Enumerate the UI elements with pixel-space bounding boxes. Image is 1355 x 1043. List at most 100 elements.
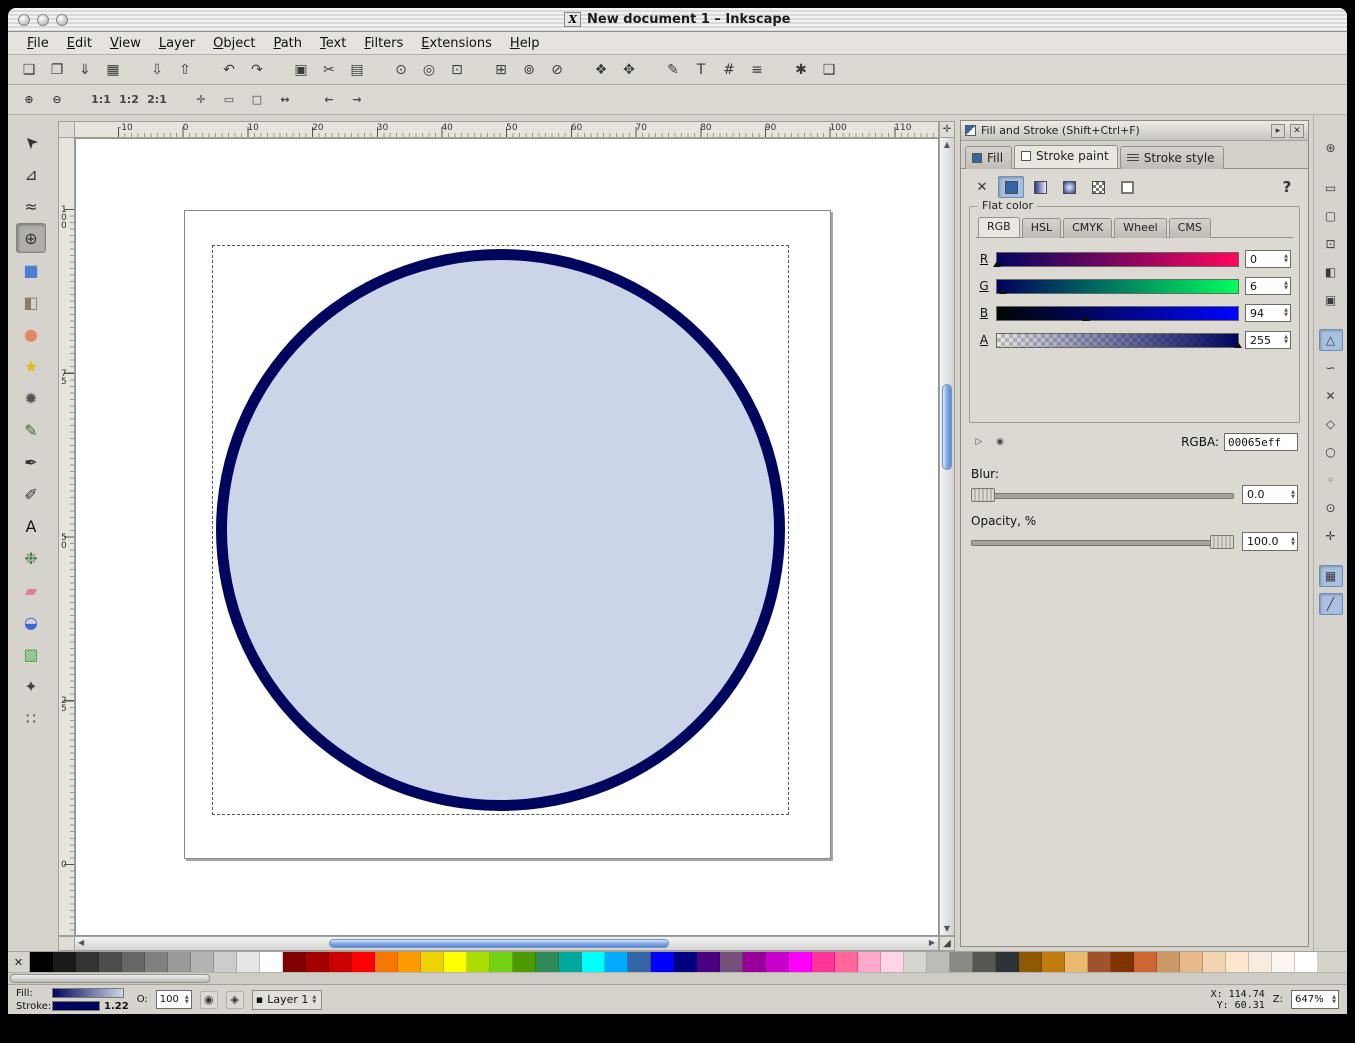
fill-stroke-tab[interactable]: Stroke style (1120, 146, 1224, 169)
palette-swatch[interactable] (812, 952, 835, 972)
menu-item[interactable]: Filters (355, 34, 412, 53)
palette-swatch[interactable] (697, 952, 720, 972)
spray-tool[interactable]: ❉ (16, 543, 46, 573)
preferences[interactable]: ✱ (788, 57, 814, 83)
palette-swatch[interactable] (306, 952, 329, 972)
save-document[interactable]: ⇓ (72, 57, 98, 83)
undo[interactable]: ↶ (216, 57, 242, 83)
palette-swatch[interactable] (1157, 952, 1180, 972)
group[interactable]: ❖ (588, 57, 614, 83)
snap-paths[interactable]: ∽ (1319, 357, 1343, 379)
eraser-tool[interactable]: ▰ (16, 575, 46, 605)
palette-swatch[interactable] (513, 952, 536, 972)
rgba-input[interactable] (1224, 433, 1298, 451)
palette-swatch[interactable] (467, 952, 490, 972)
layer-selector-arrows-icon[interactable]: ▲▼ (312, 995, 318, 1005)
palette-swatch[interactable] (881, 952, 904, 972)
palette-swatch[interactable] (1111, 952, 1134, 972)
palette-swatch[interactable] (99, 952, 122, 972)
palette-swatch[interactable] (30, 952, 53, 972)
node-tool[interactable]: ⊿ (16, 159, 46, 189)
fill-stroke-indicator[interactable]: Fill: Stroke: 1.22 (16, 988, 129, 1012)
palette-swatch[interactable] (720, 952, 743, 972)
stroke-color-swatch[interactable] (52, 1001, 100, 1011)
palette-swatch[interactable] (122, 952, 145, 972)
box3d-tool[interactable]: ◧ (16, 287, 46, 317)
zoom-tool[interactable]: ⊕ (16, 223, 46, 253)
menu-item[interactable]: Help (501, 34, 549, 53)
sticky-zoom-toggle[interactable]: ✛ (939, 121, 955, 138)
scroll-down-icon[interactable]: ▼ (940, 924, 954, 933)
connector-tool[interactable]: ∷ (16, 703, 46, 733)
spinner-arrows-icon[interactable]: ▲▼ (1284, 308, 1290, 318)
dropper-tool[interactable]: ✦ (16, 671, 46, 701)
copy[interactable]: ▣ (288, 57, 314, 83)
palette-swatch[interactable] (421, 952, 444, 972)
zoom-next[interactable]: → (344, 87, 370, 113)
vertical-scrollbar-thumb[interactable] (942, 384, 952, 470)
blur-spinbox[interactable]: 0.0 ▲▼ (1242, 485, 1298, 504)
snap-smooth-nodes[interactable]: ○ (1319, 441, 1343, 463)
snap-bbox-edges[interactable]: ▢ (1319, 205, 1343, 227)
palette-swatch[interactable] (743, 952, 766, 972)
snap-guides[interactable]: ╱ (1319, 593, 1343, 615)
palette-swatch[interactable] (628, 952, 651, 972)
unknown-paint[interactable]: ? (1274, 176, 1300, 198)
horizontal-scrollbar-thumb[interactable] (329, 939, 669, 948)
snap-bbox-edge-midpoints[interactable]: ◧ (1319, 261, 1343, 283)
export[interactable]: ⇧ (172, 57, 198, 83)
channel-value-spinbox[interactable]: 6 ▲▼ (1245, 277, 1291, 295)
document-properties[interactable]: ❑ (816, 57, 842, 83)
spinner-arrows-icon[interactable]: ▲▼ (185, 995, 191, 1005)
spinner-arrows-icon[interactable]: ▲▼ (1291, 537, 1297, 547)
zoom-out[interactable]: ⊖ (44, 87, 70, 113)
fill-stroke-panel-header[interactable]: Fill and Stroke (Shift+Ctrl+F) ▸ ✕ (961, 121, 1308, 141)
menu-item[interactable]: View (101, 34, 150, 53)
palette-swatch[interactable] (1042, 952, 1065, 972)
gradient-tool[interactable]: ▧ (16, 639, 46, 669)
colorspace-tab[interactable]: CMS (1169, 218, 1211, 238)
channel-value-spinbox[interactable]: 255 ▲▼ (1245, 331, 1291, 349)
palette-swatch[interactable] (1134, 952, 1157, 972)
color-picker-icon[interactable]: ▷ (971, 434, 987, 450)
menu-item[interactable]: Text (311, 34, 355, 53)
snap-path-intersections[interactable]: ✕ (1319, 385, 1343, 407)
scroll-right-icon[interactable]: ▶ (929, 938, 935, 947)
radial-gradient[interactable] (1056, 176, 1082, 198)
zoom-to-selection[interactable]: ⊙ (388, 57, 414, 83)
spinner-arrows-icon[interactable]: ▲▼ (1284, 335, 1290, 345)
dock-close-button[interactable]: ✕ (1290, 124, 1304, 138)
blur-slider-handle[interactable] (971, 488, 995, 502)
zoom-selection[interactable]: ✛ (188, 87, 214, 113)
channel-value-spinbox[interactable]: 0 ▲▼ (1245, 250, 1291, 268)
channel-slider[interactable] (996, 306, 1239, 321)
channel-slider[interactable] (996, 333, 1239, 348)
palette-scrollbar[interactable] (8, 972, 1347, 984)
channel-slider[interactable] (996, 279, 1239, 294)
unlink-clone[interactable]: ⊘ (544, 57, 570, 83)
zoom-in[interactable]: ⊕ (16, 87, 42, 113)
menu-item[interactable]: Path (264, 34, 311, 53)
zoom-spinbox[interactable]: 647% ▲▼ (1291, 990, 1339, 1009)
pencil-tool[interactable]: ✎ (16, 415, 46, 445)
opacity-slider[interactable] (971, 534, 1234, 550)
swatch[interactable] (1114, 176, 1140, 198)
snap-grid[interactable]: ▦ (1319, 565, 1343, 587)
palette-swatch[interactable] (168, 952, 191, 972)
palette-swatch[interactable] (53, 952, 76, 972)
palette-swatch[interactable] (145, 952, 168, 972)
object-opacity-spinbox[interactable]: 100 ▲▼ (156, 990, 192, 1009)
palette-swatch[interactable] (237, 952, 260, 972)
fill-color-swatch[interactable] (52, 988, 124, 998)
palette-swatch[interactable] (444, 952, 467, 972)
resize-grip[interactable]: ◢ (939, 936, 955, 951)
snap-cusp-nodes[interactable]: ◇ (1319, 413, 1343, 435)
horizontal-ruler[interactable]: -100102030405060708090100110 (75, 121, 939, 138)
tweak-tool[interactable]: ≈ (16, 191, 46, 221)
layer-lock-toggle[interactable]: ◈ (226, 991, 244, 1009)
palette-swatch[interactable] (835, 952, 858, 972)
palette-swatch[interactable] (973, 952, 996, 972)
zoom-to-page[interactable]: ⊡ (444, 57, 470, 83)
palette-swatch[interactable] (398, 952, 421, 972)
color-grab-icon[interactable]: ◉ (992, 434, 1008, 450)
